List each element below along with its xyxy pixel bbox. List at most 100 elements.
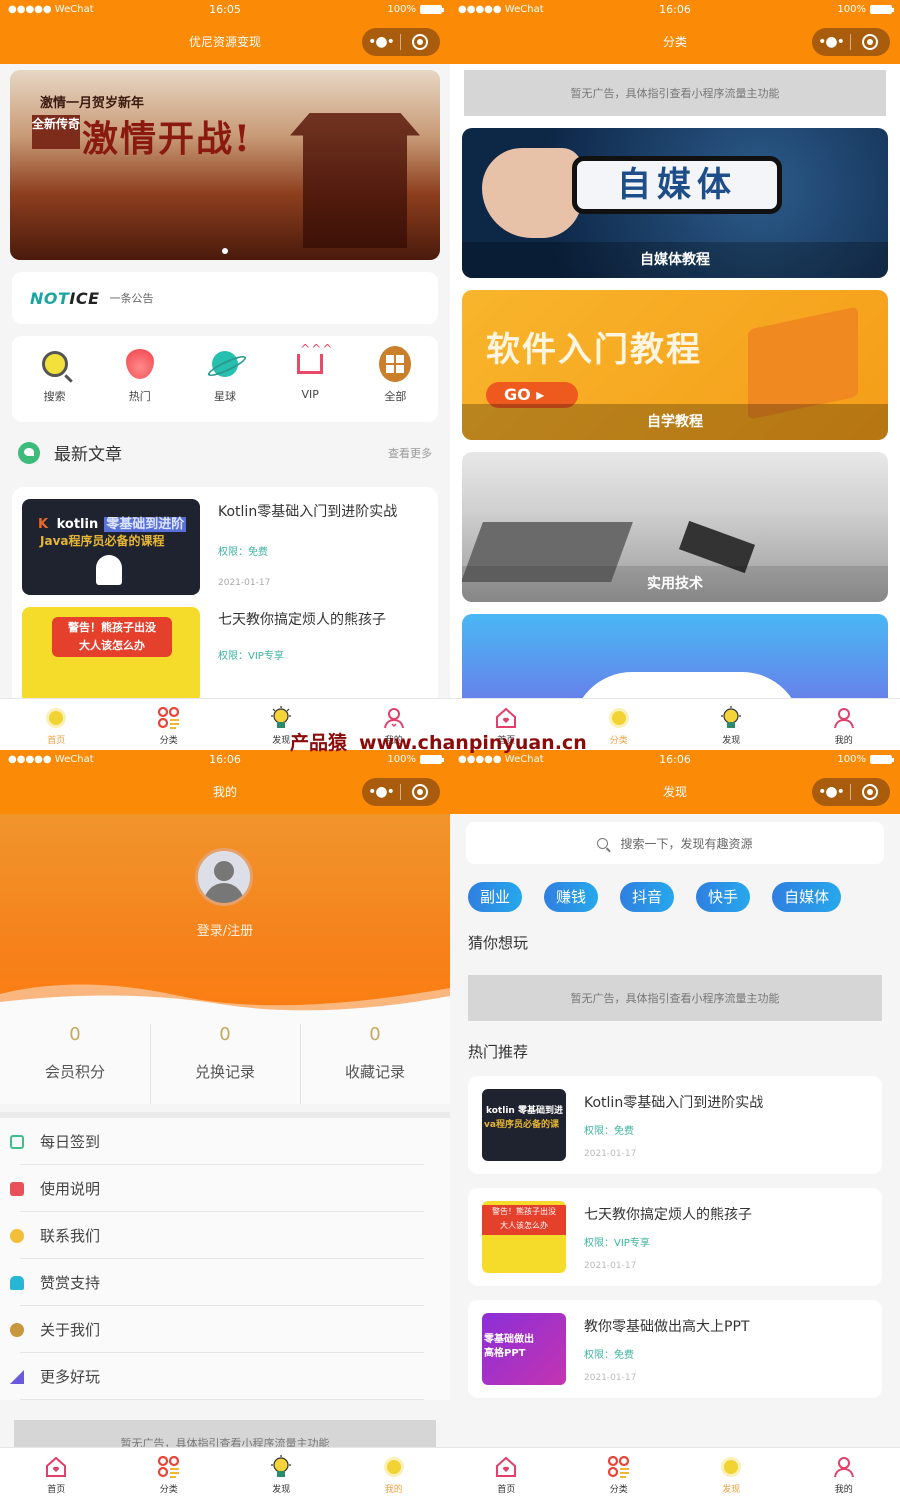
battery-icon [420,755,444,764]
notice-logo: NOTICE [30,288,100,308]
hot-title: 热门推荐 [468,1043,529,1061]
tab-bar: 首页 分类 发现 我的 [450,1447,900,1499]
tab-mine[interactable]: 我的 [338,1448,451,1499]
tag-chip[interactable]: 赚钱 [544,882,599,912]
article-thumbnail: 警告！熊孩子出没 大人该怎么办 [22,607,200,703]
tab-mine[interactable]: 我的 [788,699,900,750]
menu-item-about[interactable]: 关于我们 [0,1306,450,1353]
sun-icon [49,711,64,725]
android-icon [96,555,122,585]
banner-tag: 全新传奇 [32,115,80,149]
menu-item-donate[interactable]: 赞赏支持 [0,1259,450,1306]
crown-icon [297,342,333,374]
target-icon [412,784,428,800]
mini-program-capsule: •●• [362,778,440,806]
calendar-check-icon [10,1134,24,1149]
carousel-indicator[interactable] [222,248,228,254]
banner-subtitle: 激情一月贺岁新年 [40,96,145,111]
screenshot-grid: ●●●●● WeChat 16:05 100% 优尼资源变现 •●• 激情一月贺… [0,0,900,1499]
article-list: K kotlin 零基础到进阶 Java程序员必备的课程 Kotlin零基础入门到… [12,487,438,707]
quick-nav: 搜索 热门 星球 VIP 全部 [12,336,438,422]
hot-title-text: Kotlin零基础入门到进阶实战 [584,1094,764,1111]
login-register-link[interactable]: 登录/注册 [0,920,450,939]
avatar[interactable] [195,848,253,906]
home-icon [496,1456,517,1477]
search-icon [597,837,609,849]
article-date: 2021-01-17 [218,578,271,588]
quick-item-planet[interactable]: 星球 [182,336,267,422]
more-menu-button[interactable]: •●• [362,778,400,806]
category-card[interactable]: 自媒体 自媒体教程 [462,128,888,278]
tab-home[interactable]: 首页 [450,1448,563,1499]
close-mini-program-button[interactable] [851,784,889,800]
stat-exchange[interactable]: 0 兑换记录 [150,1024,300,1104]
tab-discover[interactable]: 发现 [225,1448,338,1499]
quick-item-all[interactable]: 全部 [353,336,438,422]
close-mini-program-button[interactable] [401,34,439,50]
target-icon [412,34,428,50]
all-icon [379,346,412,382]
mine-screen: ●●●●● WeChat 16:06 100% 我的 •●• 登录/注册 0 会员… [0,750,450,1499]
tab-discover[interactable]: 发现 [675,1448,788,1499]
tab-home[interactable]: 首页 [0,1448,113,1499]
category-card[interactable]: 实用技术 [462,452,888,602]
hot-date: 2021-01-17 [584,1260,637,1271]
hot-item[interactable]: 零基础做出 高格PPT 教你零基础做出高大上PPT 权限：免费 2021-01-1… [468,1300,882,1398]
hot-title-text: 教你零基础做出高大上PPT [584,1318,750,1335]
carousel-banner[interactable]: 激情一月贺岁新年 全新传奇 激情开战! [10,70,440,260]
settings-menu: 每日签到 使用说明 联系我们 赞赏支持 关于我们 更多好玩 [0,1112,450,1400]
home-screen: ●●●●● WeChat 16:05 100% 优尼资源变现 •●• 激情一月贺… [0,0,450,750]
more-menu-button[interactable]: •●• [812,28,850,56]
quick-item-vip[interactable]: VIP [268,336,353,422]
tab-mine[interactable]: 我的 [788,1448,900,1499]
sun-icon [724,1460,739,1474]
close-mini-program-button[interactable] [401,784,439,800]
article-item[interactable]: K kotlin 零基础到进阶 Java程序员必备的课程 Kotlin零基础入门到… [22,499,428,603]
close-mini-program-button[interactable] [851,34,889,50]
more-menu-button[interactable]: •●• [362,28,400,56]
stat-favorites[interactable]: 0 收藏记录 [300,1024,450,1104]
nav-bar: 我的 •●• [0,772,450,814]
lightbulb-icon [271,706,292,728]
search-input[interactable]: 搜索一下，发现有趣资源 [466,822,884,864]
tab-category[interactable]: 分类 [563,1448,676,1499]
more-menu-button[interactable]: •●• [812,778,850,806]
tag-chip[interactable]: 抖音 [620,882,675,912]
tag-chip[interactable]: 自媒体 [772,882,842,912]
nav-bar: 分类 •●• [450,22,900,64]
home-icon [46,1456,67,1477]
hot-title-text: 七天教你搞定烦人的熊孩子 [584,1206,752,1223]
user-icon [833,708,854,729]
category-card[interactable]: 软件入门教程 GO ▸ 自学教程 [462,290,888,440]
discover-screen: ●●●●● WeChat 16:06 100% 发现 •●• 搜索一下，发现有趣… [450,750,900,1499]
tab-home[interactable]: 首页 [0,699,113,750]
quick-item-hot[interactable]: 热门 [97,336,182,422]
tag-chip[interactable]: 快手 [696,882,751,912]
tab-discover[interactable]: 发现 [675,699,788,750]
battery-icon [870,5,894,14]
menu-item-guide[interactable]: 使用说明 [0,1165,450,1212]
article-permission: 权限：免费 [218,547,268,558]
sprout-icon [18,441,40,464]
notice-bar[interactable]: NOTICE 一条公告 [12,272,438,324]
menu-item-checkin[interactable]: 每日签到 [0,1118,450,1165]
lightbulb-icon [721,706,742,728]
view-more-link[interactable]: 查看更多 [388,445,432,461]
watermark-brand: 产品猿 [290,732,348,754]
hot-thumbnail: 零基础做出 高格PPT [482,1313,566,1385]
menu-item-contact[interactable]: 联系我们 [0,1212,450,1259]
stat-points[interactable]: 0 会员积分 [0,1024,150,1104]
hot-item[interactable]: 警告！熊孩子出没 大人该怎么办 七天教你搞定烦人的熊孩子 权限：VIP专享 202… [468,1188,882,1286]
ad-placeholder: 暂无广告，具体指引查看小程序流量主功能 [468,975,882,1021]
tag-chip[interactable]: 副业 [468,882,523,912]
article-item[interactable]: 警告！熊孩子出没 大人该怎么办 七天教你搞定烦人的熊孩子 权限：VIP专享 [22,607,428,711]
search-icon [41,351,68,377]
hot-item[interactable]: kotlin 零基础到进 va程序员必备的课 Kotlin零基础入门到进阶实战 权… [468,1076,882,1174]
quick-item-search[interactable]: 搜索 [12,336,97,422]
tab-category[interactable]: 分类 [113,1448,226,1499]
tab-bar: 首页 分类 发现 我的 [0,1447,450,1499]
tab-category[interactable]: 分类 [113,699,226,750]
fire-icon [125,349,154,379]
menu-item-more[interactable]: 更多好玩 [0,1353,450,1400]
banner-tower-image [290,113,420,248]
